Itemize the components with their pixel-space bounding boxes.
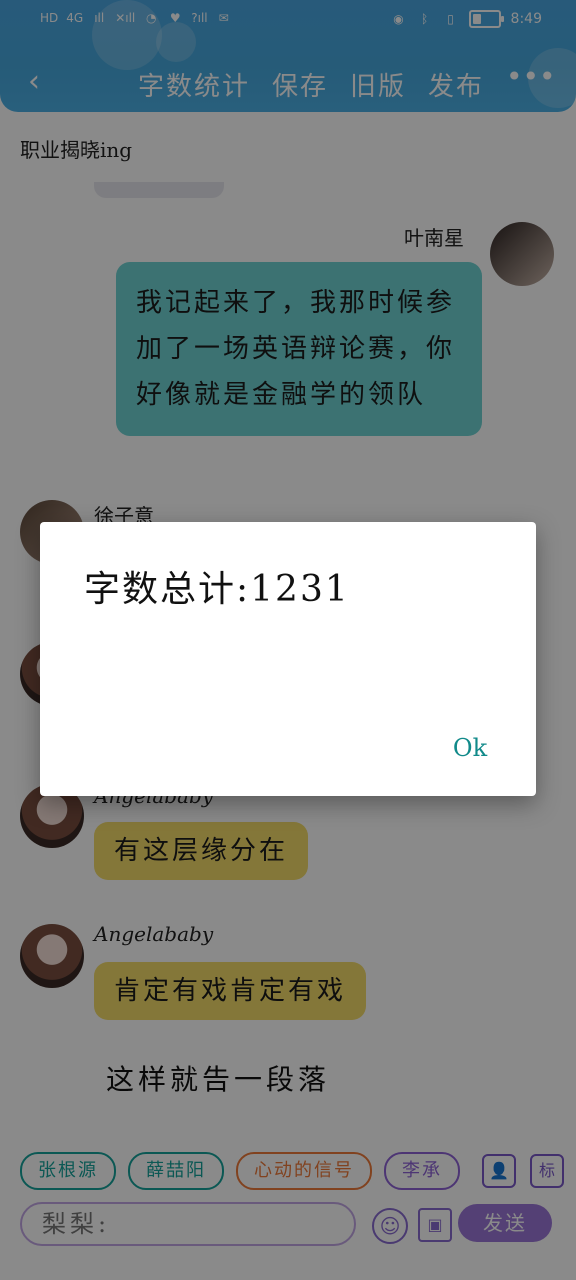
ok-button[interactable]: Ok xyxy=(440,728,500,768)
dialog-message: 字数总计:1231 xyxy=(84,569,350,610)
word-count-dialog: 字数总计:1231 Ok xyxy=(40,522,536,796)
